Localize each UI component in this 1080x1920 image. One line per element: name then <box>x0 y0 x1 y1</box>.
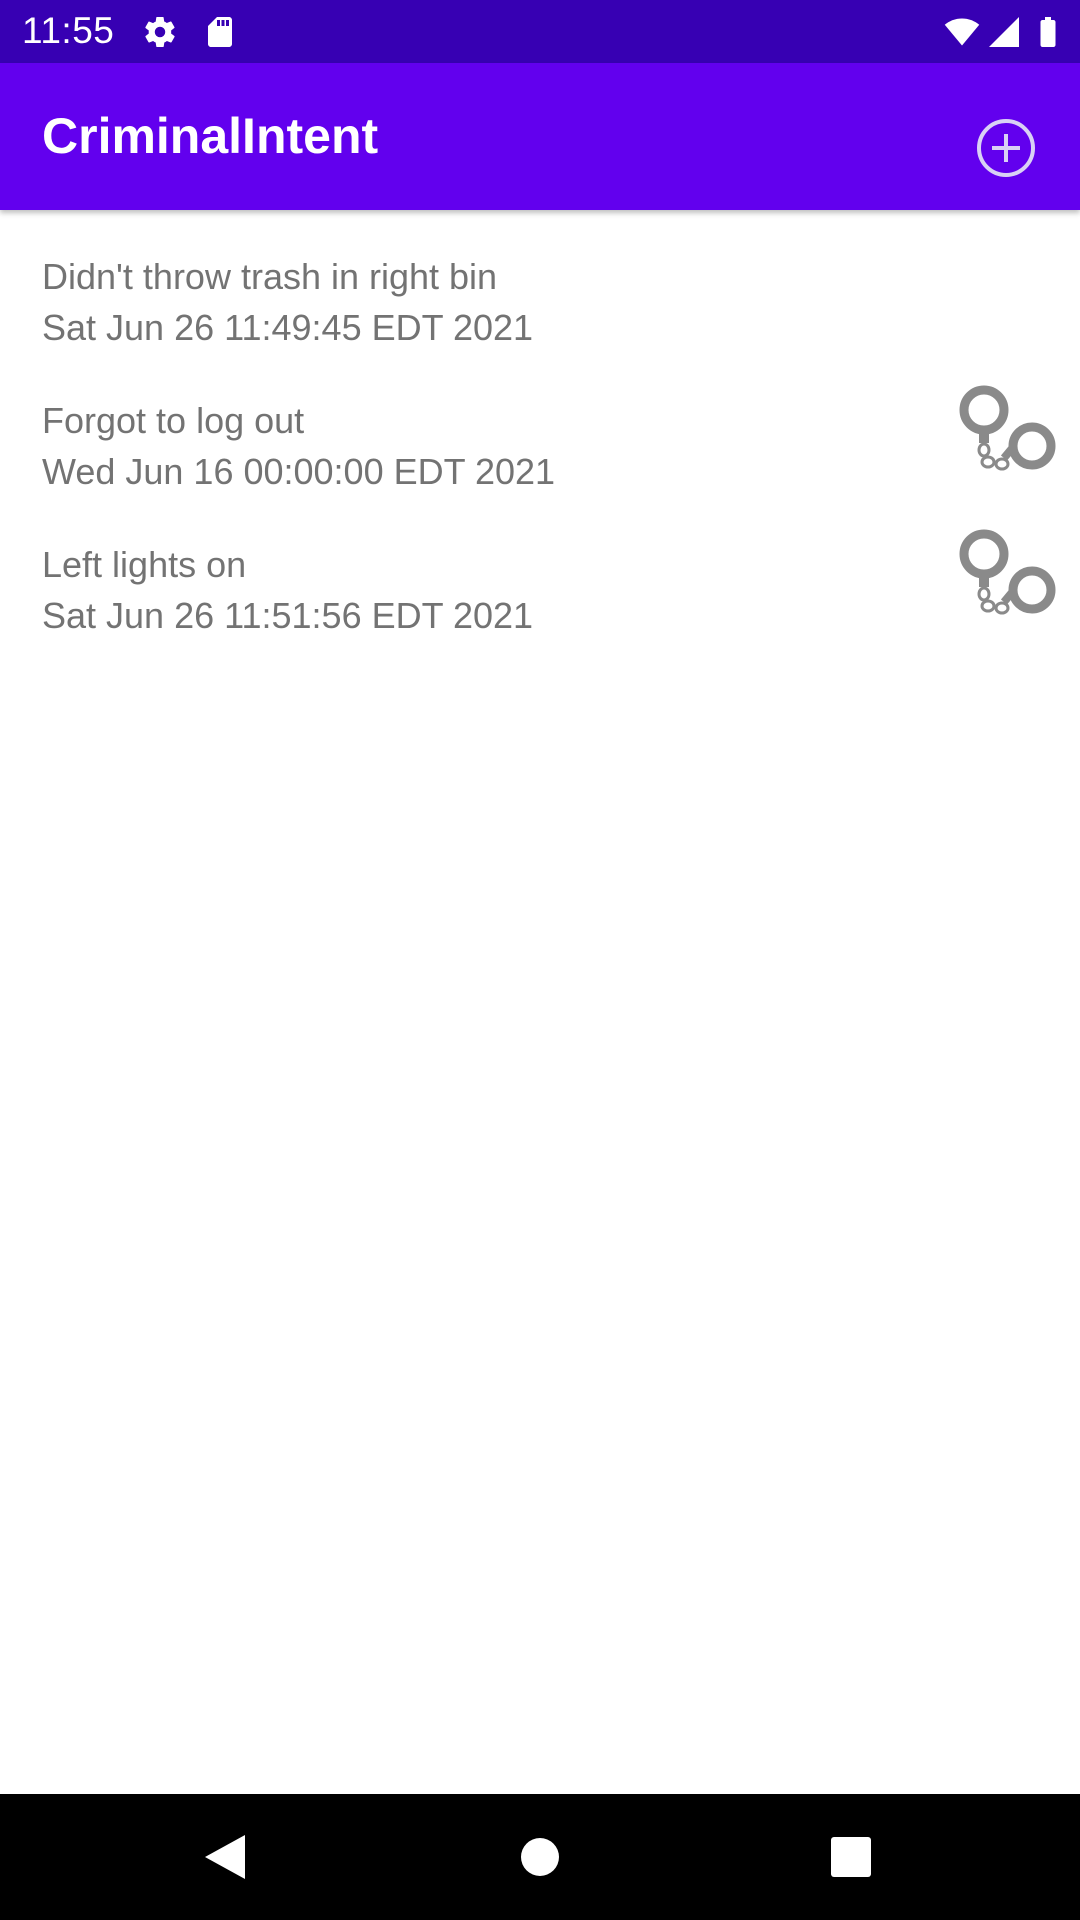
crime-title: Left lights on <box>42 544 247 585</box>
crime-list: Didn't throw trash in right bin Sat Jun … <box>0 212 1080 644</box>
signal-icon <box>989 17 1019 47</box>
add-crime-button[interactable] <box>960 102 1052 194</box>
home-button[interactable] <box>507 1824 573 1890</box>
recents-button[interactable] <box>818 1824 884 1890</box>
status-time: 11:55 <box>22 10 115 51</box>
sd-card-icon <box>208 17 232 47</box>
system-nav-bar <box>0 1794 1080 1920</box>
app-bar: CriminalIntent <box>0 63 1080 210</box>
app-title: CriminalIntent <box>42 108 379 164</box>
back-button[interactable] <box>192 1824 258 1890</box>
add-circle-icon <box>977 119 1035 177</box>
crime-list-item[interactable]: Didn't throw trash in right bin Sat Jun … <box>0 212 1080 356</box>
crime-title: Forgot to log out <box>42 400 305 441</box>
crime-date: Sat Jun 26 11:51:56 EDT 2021 <box>42 595 534 636</box>
battery-icon <box>1040 17 1056 47</box>
crime-list-item[interactable]: Forgot to log out Wed Jun 16 00:00:00 ED… <box>0 356 1080 500</box>
solved-handcuffs-icon <box>959 385 1056 471</box>
home-icon <box>521 1838 559 1876</box>
status-bar: 11:55 <box>0 0 1080 63</box>
crime-date: Sat Jun 26 11:49:45 EDT 2021 <box>42 307 534 348</box>
wifi-icon <box>944 18 980 46</box>
back-icon <box>205 1835 245 1879</box>
recents-icon <box>831 1837 871 1877</box>
solved-handcuffs-icon <box>959 529 1056 615</box>
crime-list-item[interactable]: Left lights on Sat Jun 26 11:51:56 EDT 2… <box>0 500 1080 644</box>
crime-title: Didn't throw trash in right bin <box>42 256 498 297</box>
settings-icon <box>145 16 175 48</box>
crime-date: Wed Jun 16 00:00:00 EDT 2021 <box>42 451 556 492</box>
